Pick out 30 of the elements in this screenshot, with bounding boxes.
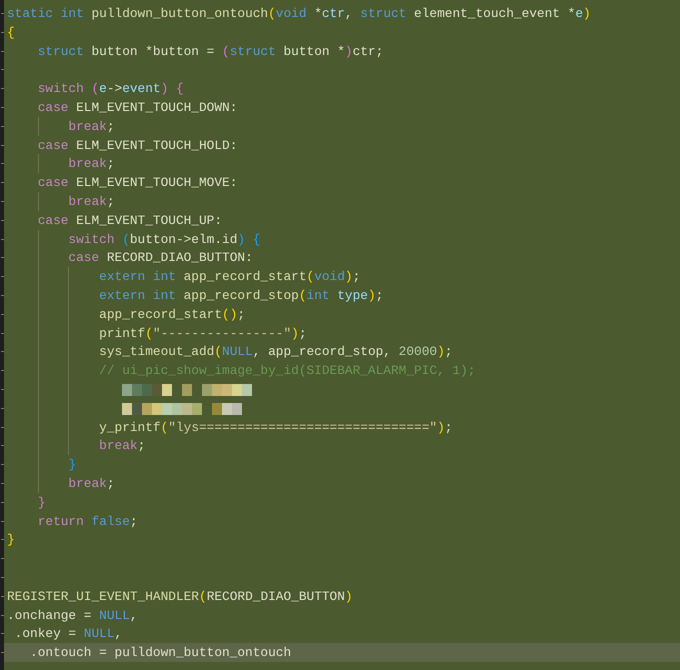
code-line: extern int app_record_start(void); — [98, 269, 360, 284]
code-line: // ui_pic_show_image_by_id(SIDEBAR_ALARM_PIC, 1); — [98, 363, 476, 378]
code-line: .onchange = NULL, — [7, 608, 138, 622]
code-line: case ELM_EVENT_TOUCH_HOLD: — [36, 138, 238, 153]
code-line: { — [7, 24, 15, 40]
code-line: case ELM_EVENT_TOUCH_UP: — [36, 212, 222, 228]
code-line: break; — [67, 118, 115, 134]
code-line: break; — [67, 156, 115, 172]
code-line: break; — [98, 438, 146, 454]
code-line: .onkey = NULL, — [14, 626, 122, 642]
code-line: printf("----------------"); — [98, 326, 307, 341]
code-line: case RECORD_DIAO_BUTTON: — [67, 250, 253, 266]
code-line: extern int app_record_stop(int type); — [98, 288, 384, 303]
code-line: } — [36, 494, 46, 510]
code-line: case ELM_EVENT_TOUCH_DOWN: — [36, 100, 238, 115]
code-line: y_printf("lys=============================="); — [98, 420, 452, 435]
code-line: static int pulldown_button_ontouch(void *ctr, struct element_touch_event *e) — [7, 6, 591, 21]
code-line: REGISTER_UI_EVENT_HANDLER(RECORD_DIAO_BUTTON) — [7, 588, 353, 604]
code-line: switch (e->event) { — [36, 81, 184, 96]
code-line: break; — [67, 476, 115, 491]
code-line: struct button *button = (struct button *)ctr; — [36, 44, 384, 59]
code-line: break; — [67, 194, 115, 209]
code-line: app_record_start(); — [98, 306, 246, 322]
code-line: case ELM_EVENT_TOUCH_MOVE: — [36, 175, 238, 190]
code-line: sys_timeout_add(NULL, app_record_stop, 20000); — [98, 344, 452, 360]
code-line: .ontouch = pulldown_button_ontouch — [29, 645, 292, 660]
code-line: switch (button->elm.id) { — [67, 232, 260, 247]
code-line: } — [7, 532, 15, 548]
code-line: } — [67, 457, 76, 472]
code-line: return false; — [36, 514, 138, 529]
